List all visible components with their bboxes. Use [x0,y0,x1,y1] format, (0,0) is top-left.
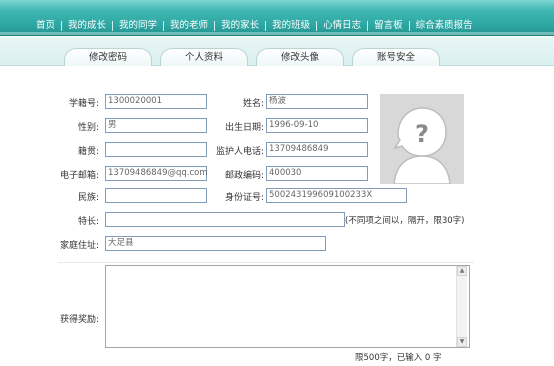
address-field[interactable]: 大足县 [105,236,326,251]
tab-strip: 修改密码 个人资料 修改头像 账号安全 [0,37,554,66]
nav-separator [265,21,267,31]
nav-separator [316,21,318,31]
scroll-up-icon[interactable]: ▲ [457,266,467,276]
guardian-phone-label: 监护人电话: [215,147,264,157]
id-number-label: 身份证号: [224,193,264,203]
nav-item-message-board[interactable]: 留言板 [374,20,403,32]
birth-date-label: 出生日期: [224,123,264,133]
student-id-label: 学籍号: [68,99,99,109]
address-label: 家庭住址: [59,241,99,251]
gender-field[interactable]: 男 [105,118,207,133]
nav-item-my-class[interactable]: 我的班级 [272,20,310,32]
email-field[interactable]: 13709486849@qq.com [105,166,208,181]
email-label: 电子邮箱: [59,171,99,181]
top-nav: 首页 我的成长 我的同学 我的老师 我的家长 我的班级 心情日志 留言板 综合素… [36,20,473,32]
native-place-label: 籍贯: [77,147,99,157]
native-place-field[interactable] [105,142,207,157]
nav-separator [214,21,216,31]
nav-separator [112,21,114,31]
nav-item-home[interactable]: 首页 [36,20,55,32]
tab-personal-info[interactable]: 个人资料 [160,48,248,66]
awards-char-counter: 限500字，已输入 0 字 [355,353,442,363]
nav-separator [163,21,165,31]
name-field[interactable]: 杨波 [266,94,368,109]
ethnicity-label: 民族: [77,193,99,203]
scroll-down-icon[interactable]: ▼ [457,337,467,347]
gender-label: 性别: [77,123,99,133]
specialty-hint: (不同项之间以，隔开，限30字) [345,216,465,226]
nav-item-quality-report[interactable]: 综合素质报告 [416,20,473,32]
nav-separator [408,21,410,31]
awards-label: 获得奖励: [59,315,99,325]
name-label: 姓名: [242,99,264,109]
nav-separator [61,21,63,31]
student-id-field[interactable]: 1300020001 [105,94,207,109]
ethnicity-field[interactable] [105,188,207,203]
postcode-field[interactable]: 400030 [266,166,368,181]
awards-scrollbar[interactable]: ▲ ▼ [456,266,467,347]
nav-separator [367,21,369,31]
tab-account-security[interactable]: 账号安全 [352,48,440,66]
avatar-placeholder-question-icon: ? [393,107,451,185]
form-divider [58,262,474,263]
nav-item-my-parents[interactable]: 我的家长 [221,20,259,32]
specialty-field[interactable] [105,212,345,227]
top-nav-bar: 首页 我的成长 我的同学 我的老师 我的家长 我的班级 心情日志 留言板 综合素… [0,0,554,36]
tab-change-password[interactable]: 修改密码 [64,48,152,66]
svg-text:?: ? [415,120,429,148]
specialty-label: 特长: [77,217,99,227]
avatar-photo: ? [380,94,464,185]
id-number-field[interactable]: 500243199609100233X [266,188,407,203]
guardian-phone-field[interactable]: 13709486849 [266,142,368,157]
postcode-label: 邮政编码: [224,171,264,181]
nav-item-my-growth[interactable]: 我的成长 [68,20,106,32]
birth-date-field[interactable]: 1996-09-10 [266,118,368,133]
tab-change-avatar[interactable]: 修改头像 [256,48,344,66]
nav-item-my-classmates[interactable]: 我的同学 [119,20,157,32]
nav-item-my-teachers[interactable]: 我的老师 [170,20,208,32]
nav-item-mood-diary[interactable]: 心情日志 [323,20,361,32]
awards-textarea[interactable] [105,265,470,348]
